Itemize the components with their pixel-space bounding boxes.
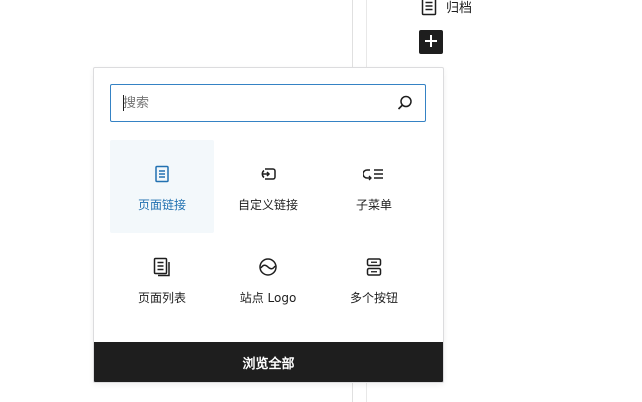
list-item-archive[interactable]: 归档: [420, 0, 472, 16]
browse-all-button[interactable]: 浏览全部: [94, 342, 443, 382]
list-item-label: 归档: [446, 0, 473, 16]
search-icon: [393, 91, 417, 115]
block-site-logo[interactable]: 站点 Logo: [216, 233, 320, 326]
block-label: 自定义链接: [237, 198, 298, 212]
buttons-icon: [362, 255, 386, 279]
add-block-button[interactable]: [419, 30, 443, 54]
block-buttons[interactable]: 多个按钮: [322, 233, 426, 326]
block-label: 子菜单: [355, 198, 392, 212]
text-caret: [123, 95, 124, 111]
plus-icon: [424, 33, 438, 52]
page-icon: [150, 162, 174, 186]
search-box: [110, 84, 426, 122]
editor-canvas: 归档 搜索 页面链接 自定义链接 子菜单 页面列表 站点 Logo 多个按钮 浏…: [0, 0, 642, 402]
block-types-grid: 页面链接 自定义链接 子菜单 页面列表 站点 Logo 多个按钮: [110, 140, 426, 326]
block-inserter-popover: 页面链接 自定义链接: [93, 67, 444, 383]
block-label: 页面链接: [137, 198, 186, 212]
block-page-link[interactable]: 页面链接: [110, 140, 214, 233]
block-page-list[interactable]: 页面列表: [110, 233, 214, 326]
block-label: 多个按钮: [349, 291, 398, 305]
search-input[interactable]: [111, 86, 393, 120]
pages-icon: [150, 255, 174, 279]
page-icon: [420, 0, 438, 16]
block-submenu[interactable]: 子菜单: [322, 140, 426, 233]
block-label: 站点 Logo: [239, 291, 297, 305]
custom-link-icon: [256, 162, 280, 186]
block-custom-link[interactable]: 自定义链接: [216, 140, 320, 233]
block-label: 页面列表: [137, 291, 186, 305]
site-logo-icon: [256, 255, 280, 279]
submenu-icon: [362, 162, 386, 186]
